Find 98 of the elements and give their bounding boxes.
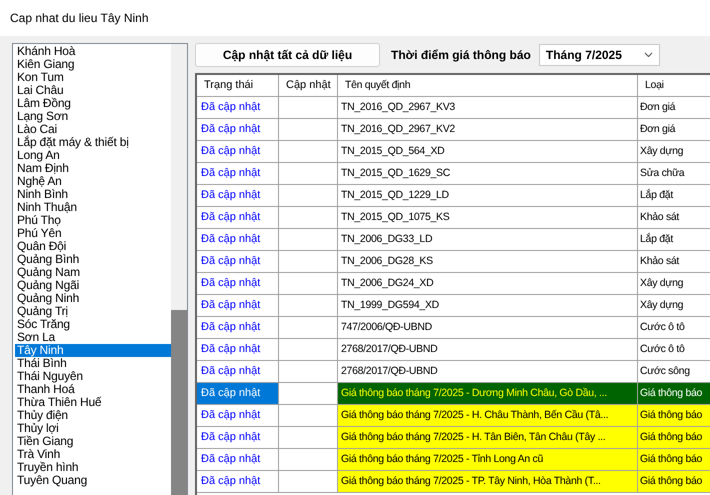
list-item[interactable]: Trà Vinh: [15, 448, 171, 461]
list-item[interactable]: Lạng Sơn: [15, 110, 171, 123]
table-cell: 747/2006/QĐ-UBND: [338, 317, 638, 338]
list-item[interactable]: Quảng Nam: [15, 266, 171, 279]
table-cell: Đã cập nhật: [197, 163, 279, 184]
list-item[interactable]: Quảng Ninh: [15, 292, 171, 305]
list-item[interactable]: Lai Châu: [15, 84, 171, 97]
list-item[interactable]: Kiên Giang: [15, 58, 171, 71]
table-cell: Giá thông báo: [638, 427, 710, 448]
list-item[interactable]: Sơn La: [15, 331, 171, 344]
table-cell: Đã cập nhật: [197, 273, 279, 294]
list-item[interactable]: Thái Bình: [15, 357, 171, 370]
table-cell: TN_2015_QD_1629_SC: [338, 163, 638, 184]
table-cell: Đã cập nhật: [197, 383, 279, 404]
table-cell: Giá thông báo tháng 7/2025 - H. Tân Biên, Tân Châu (Tây ...: [338, 427, 638, 448]
list-item[interactable]: Phú Thọ: [15, 214, 171, 227]
list-item[interactable]: Quảng Bình: [15, 253, 171, 266]
table-cell: TN_2006_DG24_XD: [338, 273, 638, 294]
list-item[interactable]: Nghệ An: [15, 175, 171, 188]
list-item[interactable]: Khánh Hoà: [15, 45, 171, 58]
table-cell: Giá thông báo tháng 7/2025 - H. Châu Thành, Bến Cầu (Tâ...: [338, 405, 638, 426]
table-cell: Đã cập nhật: [197, 449, 279, 470]
list-item[interactable]: Kon Tum: [15, 71, 171, 84]
period-dropdown[interactable]: Tháng 7/2025: [538, 44, 660, 66]
list-item[interactable]: Quân Đội: [15, 240, 171, 253]
table-cell: Sửa chữa: [638, 163, 710, 184]
table-cell: Đã cập nhật: [197, 141, 279, 162]
table-cell: TN_2016_QD_2967_KV2: [338, 119, 638, 140]
table-cell: Đã cập nhật: [197, 229, 279, 250]
list-item[interactable]: Long An: [15, 149, 171, 162]
table-cell: Đã cập nhật: [197, 295, 279, 316]
list-item[interactable]: Quảng Trị: [15, 305, 171, 318]
list-item[interactable]: Thủy lợi: [15, 422, 171, 435]
list-item[interactable]: Phú Yên: [15, 227, 171, 240]
column-header[interactable]: Tên quyết định: [338, 75, 638, 96]
list-item[interactable]: Thanh Hoá: [15, 383, 171, 396]
table-cell: TN_2015_QD_1075_KS: [338, 207, 638, 228]
table-cell: Giá thông báo: [638, 405, 710, 426]
table-cell: Đã cập nhật: [197, 339, 279, 360]
table-cell: Đã cập nhật: [197, 317, 279, 338]
period-label: Thời điểm giá thông báo: [391, 48, 531, 62]
list-item[interactable]: Sóc Trăng: [15, 318, 171, 331]
table-cell: Đã cập nhật: [197, 251, 279, 272]
table-cell: Đơn giá: [638, 97, 710, 118]
table-cell: Lắp đặt: [638, 185, 710, 206]
list-item[interactable]: Tuyên Quang: [15, 474, 171, 487]
table-cell: Khảo sát: [638, 207, 710, 228]
table-cell: Giá thông báo: [638, 471, 710, 492]
table-cell: Đã cập nhật: [197, 185, 279, 206]
update-all-button[interactable]: Cập nhật tất cả dữ liệu: [195, 43, 380, 67]
table-cell: Đã cập nhật: [197, 427, 279, 448]
table-cell: TN_2015_QD_564_XD: [338, 141, 638, 162]
list-item[interactable]: Nam Định: [15, 162, 171, 175]
table-cell: Giá thông báo: [638, 383, 710, 404]
table-cell: 2768/2017/QĐ-UBND: [338, 361, 638, 382]
table-cell: Đã cập nhật: [197, 119, 279, 140]
list-item[interactable]: Lắp đặt máy & thiết bị: [15, 136, 171, 149]
table-cell: 2768/2017/QĐ-UBND: [338, 339, 638, 360]
table-cell: Cước ô tô: [638, 317, 710, 338]
table-cell: Xây dựng: [638, 141, 710, 162]
list-item[interactable]: Tiền Giang: [15, 435, 171, 448]
table-cell: Giá thông báo tháng 7/2025 - Dương Minh Châu, Gò Dầu, ...: [338, 383, 638, 404]
list-item[interactable]: Lào Cai: [15, 123, 171, 136]
table-cell: Đã cập nhật: [197, 97, 279, 118]
list-item[interactable]: Thừa Thiên Huế: [15, 396, 171, 409]
table-cell: TN_2006_DG28_KS: [338, 251, 638, 272]
window-title: Cap nhat du lieu Tây Ninh: [10, 11, 149, 25]
table-cell: Giá thông báo tháng 7/2025 - Tỉnh Long An cũ: [338, 449, 638, 470]
table-cell: Giá thông báo: [638, 449, 710, 470]
column-header[interactable]: Loại: [638, 75, 710, 96]
list-item[interactable]: Thủy điện: [15, 409, 171, 422]
list-item[interactable]: Quảng Ngãi: [15, 279, 171, 292]
table-cell: Lắp đặt: [638, 229, 710, 250]
table-cell: Khảo sát: [638, 251, 710, 272]
table-cell: Xây dựng: [638, 273, 710, 294]
list-item[interactable]: Ninh Thuận: [15, 201, 171, 214]
table-cell: Cước ô tô: [638, 339, 710, 360]
table-cell: Đã cập nhật: [197, 471, 279, 492]
list-item[interactable]: Ninh Bình: [15, 188, 171, 201]
column-header[interactable]: Cập nhật: [279, 75, 338, 96]
list-item[interactable]: Thái Nguyên: [15, 370, 171, 383]
table-cell: Cước sông: [638, 361, 710, 382]
table-cell: Xây dựng: [638, 295, 710, 316]
chevron-down-icon: [644, 52, 653, 58]
list-item[interactable]: Truyền hình: [15, 461, 171, 474]
table-cell: Đã cập nhật: [197, 361, 279, 382]
table-cell: TN_2006_DG33_LD: [338, 229, 638, 250]
scrollbar-thumb[interactable]: [171, 310, 187, 495]
table-cell: TN_2016_QD_2967_KV3: [338, 97, 638, 118]
table-cell: Đã cập nhật: [197, 207, 279, 228]
list-item[interactable]: Lâm Đồng: [15, 97, 171, 110]
column-header[interactable]: Trạng thái: [197, 75, 279, 96]
table-cell: TN_2015_QD_1229_LD: [338, 185, 638, 206]
table-cell: Đơn giá: [638, 119, 710, 140]
table-cell: Giá thông báo tháng 7/2025 - TP. Tây Ninh, Hòa Thành (T...: [338, 471, 638, 492]
table-cell: TN_1999_DG594_XD: [338, 295, 638, 316]
table-cell: Đã cập nhật: [197, 405, 279, 426]
list-item[interactable]: Tây Ninh: [15, 344, 171, 357]
